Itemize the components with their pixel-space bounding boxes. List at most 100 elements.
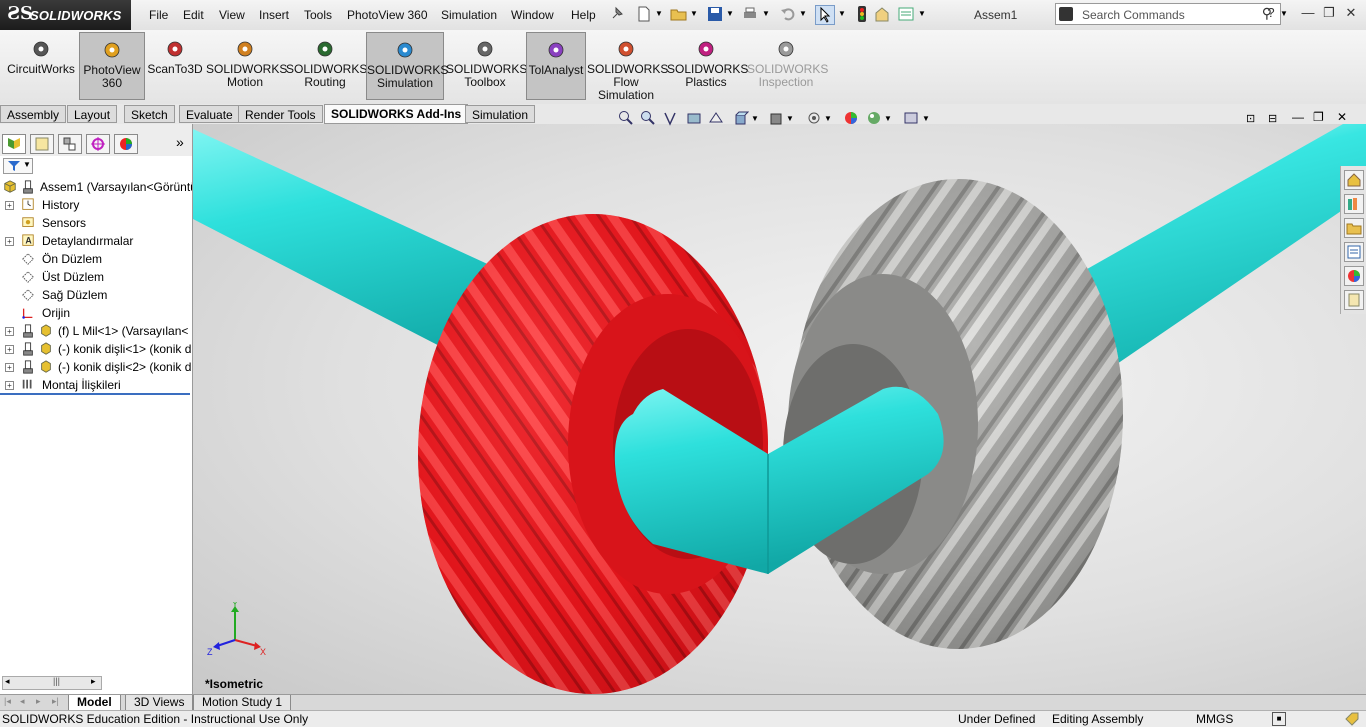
display-style-dropdown-icon[interactable]: ▼ — [786, 114, 794, 123]
viewport-tile-icon[interactable]: ⊡ — [1246, 112, 1255, 125]
scroll-thumb-grip-icon[interactable]: ||| — [53, 676, 60, 686]
search-commands-field[interactable]: Search Commands ⚲ — [1055, 3, 1281, 25]
select-dropdown-icon[interactable]: ▼ — [838, 9, 846, 18]
options-icon[interactable] — [897, 5, 915, 23]
tree-expand-icon[interactable]: + — [5, 201, 14, 210]
tree-item-sensors[interactable]: Sensors — [0, 214, 192, 232]
minimize-window-button[interactable]: — — [1299, 5, 1317, 23]
viewport-split-icon[interactable]: ⊟ — [1268, 112, 1277, 125]
tree-filter-button[interactable]: ▼ — [3, 158, 33, 174]
tree-expand-icon[interactable]: + — [5, 237, 14, 246]
help-icon[interactable]: ? — [1262, 5, 1280, 23]
zoom-to-area-icon[interactable] — [640, 110, 656, 126]
cmd-motion-button[interactable]: SOLIDWORKS Motion — [206, 32, 287, 100]
tab-next-arrow-icon[interactable]: ▸ — [36, 696, 41, 707]
doc-minimize-button[interactable]: — — [1292, 110, 1304, 124]
zoom-to-fit-icon[interactable] — [618, 110, 634, 126]
new-document-icon[interactable] — [635, 5, 653, 23]
cmd-toolbox-button[interactable]: SOLIDWORKS Toolbox — [446, 32, 527, 100]
save-dropdown-icon[interactable]: ▼ — [726, 9, 734, 18]
bottom-tab-motion-study-1[interactable]: Motion Study 1 — [193, 695, 292, 711]
dynamic-annotation-icon[interactable] — [708, 110, 724, 126]
menu-edit[interactable]: Edit — [183, 8, 204, 22]
doc-close-button[interactable]: ✕ — [1337, 110, 1347, 124]
dimxpert-tab[interactable] — [86, 134, 110, 154]
task-pane-design-library[interactable] — [1344, 194, 1364, 214]
cmd-scanto3d-button[interactable]: ScanTo3D — [146, 32, 204, 100]
assembly-model[interactable] — [193, 124, 1366, 694]
menu-insert[interactable]: Insert — [259, 8, 289, 22]
hide-show-dropdown-icon[interactable]: ▼ — [824, 114, 832, 123]
task-pane-custom-properties[interactable] — [1344, 290, 1364, 310]
view-orientation-icon[interactable] — [733, 110, 749, 126]
print-dropdown-icon[interactable]: ▼ — [762, 9, 770, 18]
rebuild-traffic-light-icon[interactable] — [853, 5, 871, 23]
bevel-gear-gray[interactable] — [783, 179, 1123, 649]
apply-scene-icon[interactable] — [866, 110, 882, 126]
tree-item-plane[interactable]: Ön Düzlem — [0, 250, 192, 268]
previous-view-icon[interactable] — [662, 110, 678, 126]
featuremanager-tab[interactable] — [2, 134, 26, 154]
apply-scene-dropdown-icon[interactable]: ▼ — [884, 114, 892, 123]
display-manager-tab[interactable] — [114, 134, 138, 154]
expand-panel-chevron-icon[interactable]: » — [176, 134, 184, 150]
tab-render-tools[interactable]: Render Tools — [238, 105, 323, 123]
task-pane-file-explorer[interactable] — [1344, 218, 1364, 238]
view-settings-dropdown-icon[interactable]: ▼ — [922, 114, 930, 123]
cmd-tolanalyst-button[interactable]: TolAnalyst — [526, 32, 586, 100]
menu-window[interactable]: Window — [511, 8, 554, 22]
cmd-flow-button[interactable]: SOLIDWORKS Flow Simulation — [587, 32, 668, 102]
tree-item-assembly[interactable]: Assem1 (Varsayılan<Görüntü — [0, 178, 192, 196]
menu-help[interactable]: Help — [571, 8, 596, 22]
cmd-plastics-button[interactable]: SOLIDWORKS Plastics — [667, 32, 748, 100]
undo-dropdown-icon[interactable]: ▼ — [799, 9, 807, 18]
tree-item-plane[interactable]: Üst Düzlem — [0, 268, 192, 286]
options-dropdown-icon[interactable]: ▼ — [918, 9, 926, 18]
cmd-inspection-button[interactable]: SOLIDWORKS Inspection — [747, 32, 828, 100]
tree-item-history[interactable]: + History — [0, 196, 192, 214]
display-style-icon[interactable] — [768, 110, 784, 126]
tree-expand-icon[interactable]: + — [5, 345, 14, 354]
hide-show-items-icon[interactable] — [806, 110, 822, 126]
task-pane-view-palette[interactable] — [1344, 242, 1364, 262]
save-icon[interactable] — [706, 5, 724, 23]
tab-sketch[interactable]: Sketch — [124, 105, 175, 123]
restore-window-button[interactable]: ❐ — [1320, 5, 1338, 23]
view-orientation-dropdown-icon[interactable]: ▼ — [751, 114, 759, 123]
undo-icon[interactable] — [779, 5, 797, 23]
tree-item-part[interactable]: + (-) konik dişli<2> (konik d — [0, 358, 192, 376]
bottom-tab-3d-views[interactable]: 3D Views — [125, 695, 194, 711]
tab-solidworks-add-ins[interactable]: SOLIDWORKS Add-Ins — [324, 104, 469, 124]
tree-expand-icon[interactable]: + — [5, 363, 14, 372]
tree-item-part[interactable]: + (-) konik dişli<1> (konik d — [0, 340, 192, 358]
edit-appearance-icon[interactable] — [843, 110, 859, 126]
cmd-routing-button[interactable]: SOLIDWORKS Routing — [286, 32, 367, 100]
tree-item-mates[interactable]: + Montaj İlişkileri — [0, 376, 192, 394]
graphics-area[interactable]: Y X Z *Isometric — [193, 124, 1366, 694]
cmd-simulation-button[interactable]: SOLIDWORKS Simulation — [366, 32, 448, 100]
select-arrow-icon[interactable] — [815, 5, 835, 25]
menu-file[interactable]: File — [149, 8, 168, 22]
help-dropdown-icon[interactable]: ▼ — [1280, 9, 1288, 18]
print-icon[interactable] — [741, 5, 759, 23]
menu-view[interactable]: View — [219, 8, 245, 22]
tab-layout[interactable]: Layout — [67, 105, 118, 123]
open-folder-icon[interactable] — [670, 5, 688, 23]
file-properties-icon[interactable] — [873, 5, 891, 23]
section-view-icon[interactable] — [686, 110, 702, 126]
solidworks-logo[interactable]: ƧS SOLIDWORKS — [0, 0, 131, 30]
tree-item-origin[interactable]: Orijin — [0, 304, 192, 322]
menu-tools[interactable]: Tools — [304, 8, 332, 22]
close-window-button[interactable]: ✕ — [1342, 5, 1360, 23]
cmd-photoview-button[interactable]: PhotoView 360 — [79, 32, 145, 100]
tab-evaluate[interactable]: Evaluate — [179, 105, 240, 123]
tab-assembly[interactable]: Assembly — [0, 105, 67, 123]
pin-icon[interactable] — [608, 5, 626, 23]
menu-photoview-360[interactable]: PhotoView 360 — [347, 8, 428, 22]
status-toggle-icon[interactable]: ■ — [1272, 712, 1286, 726]
menu-simulation[interactable]: Simulation — [441, 8, 497, 22]
propertymanager-tab[interactable] — [30, 134, 54, 154]
unit-system-selector[interactable]: MMGS — [1196, 711, 1233, 727]
configurationmanager-tab[interactable] — [58, 134, 82, 154]
doc-restore-button[interactable]: ❐ — [1313, 110, 1324, 124]
